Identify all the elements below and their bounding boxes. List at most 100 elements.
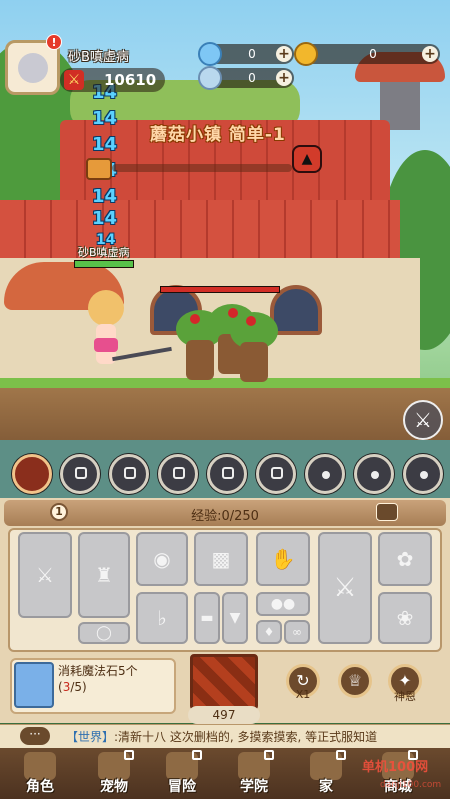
hero-character [80,290,130,385]
earring-slot[interactable]: ∞ [284,620,310,644]
skill-slot-active[interactable] [12,454,52,494]
pet-slot[interactable] [354,454,394,494]
hat-slot[interactable]: ◉ [136,532,188,586]
crystal-icon [198,66,222,90]
speed-label: X1 [295,688,311,701]
skill-slot-locked[interactable] [109,454,149,494]
nav-pet[interactable]: 宠物 [84,750,144,796]
lock-icon [173,467,185,479]
mask-slot[interactable]: ●● [256,592,310,616]
nav-label: 学院 [240,779,268,795]
add-diamond-button[interactable]: + [276,46,292,62]
nav-label: 家 [319,779,333,795]
damage-number: 14 [92,186,118,207]
hero-name-tag: 砂B嗔虚病 [78,246,130,259]
stage-title: 蘑菇小镇 简单-1 [150,125,286,145]
pet-slot[interactable] [403,454,443,494]
lock-icon [75,467,87,479]
leaf-slot[interactable]: ❀ [378,592,432,644]
amulet-slot[interactable]: ♦ [256,620,282,644]
bracer-icon: ▬ [200,610,214,626]
auto-battle-sword-icon[interactable]: ⚔ [403,400,443,440]
lock-icon [264,750,274,760]
ring-slot[interactable]: ◯ [78,622,130,644]
armor-slot[interactable]: ♜ [78,532,130,618]
glove-icon: ✋ [270,547,296,571]
player-name: 砂B嗔虚病 [68,50,129,65]
leaf-icon: ❀ [396,606,414,630]
earring-icon: ∞ [292,625,302,639]
stone-total: /5) [70,680,87,694]
wing-icon: ✿ [396,547,414,571]
enemy-hp-fill [161,287,279,292]
bracer-slot[interactable]: ▬ [194,592,220,644]
horn-slot[interactable]: ▼ [222,592,248,644]
boss-demon-icon[interactable]: ▲ [292,145,322,173]
ring-icon: ◯ [96,625,112,641]
add-gold-button[interactable]: + [422,46,438,62]
magic-stone-icon [14,662,54,708]
paw-icon [420,471,428,479]
nav-label: 宠物 [100,779,128,795]
glove-slot[interactable]: ✋ [256,532,310,586]
pet-slot[interactable] [305,454,345,494]
avatar-face-icon [18,53,48,83]
add-crystal-button[interactable]: + [276,70,292,86]
nav-label: 角色 [26,779,54,795]
nav-label: 冒险 [168,779,196,795]
treant-trunk [240,342,268,382]
skill-bar [0,450,450,500]
resource-value: 0 [248,71,256,85]
magic-stone-title: 消耗魔法石5个 [58,664,138,678]
crossed-swords-icon: ⚔ [64,70,84,90]
book-icon[interactable] [376,503,398,521]
skill-slot-locked[interactable] [158,454,198,494]
sword-icon: ⚔ [36,563,54,587]
wing-slot[interactable]: ✿ [378,532,432,586]
nav-character[interactable]: 角色 [10,752,70,796]
nav-academy[interactable]: 学院 [224,750,284,796]
house-roof-lower [0,200,400,260]
hat-icon: ◉ [153,547,171,571]
stage-progress-track [112,164,292,172]
watermark-url: danji100.com [380,780,442,790]
town-house-icon [86,158,112,180]
nav-home[interactable]: 家 [296,750,356,796]
resource-crystal: 0 + [198,66,294,90]
mask-icon: ●● [270,596,296,612]
skill-slot-locked[interactable] [207,454,247,494]
weapon-slot[interactable]: ⚔ [18,532,72,618]
secondary-weapon-slot[interactable]: ⚔ [318,532,372,644]
berry [246,316,256,326]
boots-slot[interactable]: ♭ [136,592,188,644]
resource-value: 0 [369,47,377,61]
boots-icon: ♭ [157,606,167,630]
paw-icon [322,471,330,479]
crown-button[interactable]: ♕ [338,664,372,698]
damage-number: 14 [92,208,118,229]
berry [190,314,200,324]
chat-body: :清新十八 这次删档的, 多摸索摸索, 等正式服知道 [114,730,378,744]
chat-channel: 【世界】 [66,730,115,744]
pants-slot[interactable]: ▩ [194,532,248,586]
chat-bubble-icon[interactable]: ··· [20,727,50,745]
draw-skill-count: 497 [188,706,260,724]
magic-stone-count: (3/5) [58,680,87,694]
armor-icon: ♜ [95,563,113,587]
diamond-icon [198,42,222,66]
lock-icon [271,467,283,479]
damage-number: 14 [92,134,118,155]
draw-skill-button[interactable] [190,654,258,710]
dagger-icon: ⚔ [333,573,357,603]
skill-slot-locked[interactable] [60,454,100,494]
lock-icon [124,467,136,479]
combat-power: ⚔ 10610 [60,68,165,92]
nav-adventure[interactable]: 冒险 [152,750,212,796]
damage-number: 14 [92,108,118,129]
gold-coin-icon [294,42,318,66]
resource-value: 0 [248,47,256,61]
skill-slot-locked[interactable] [256,454,296,494]
hero-outfit [94,338,118,352]
blessing-label: 神恩 [394,690,416,703]
horn-icon: ▼ [229,610,241,626]
